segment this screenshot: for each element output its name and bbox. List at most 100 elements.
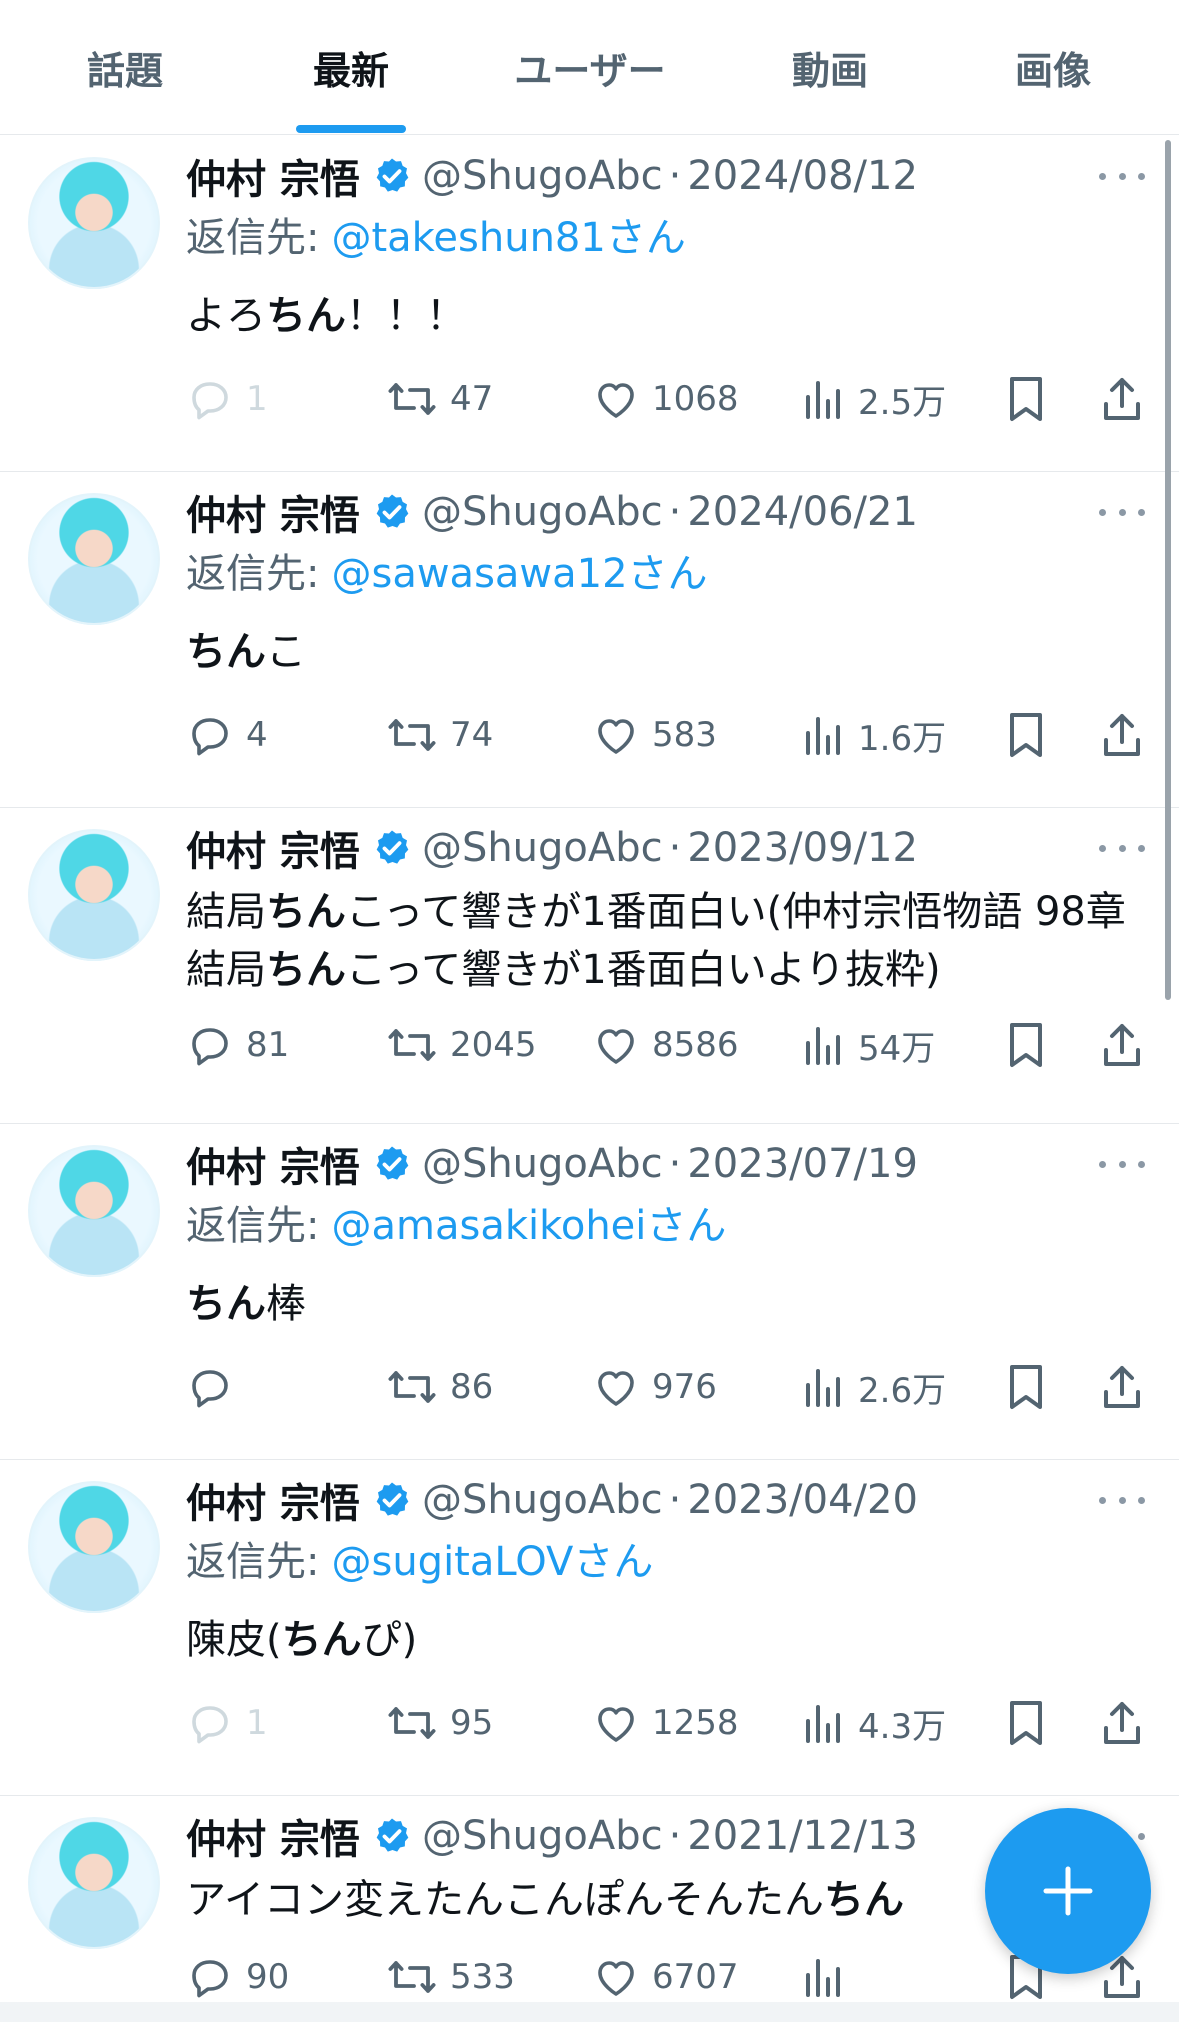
compose-button[interactable] bbox=[985, 1808, 1151, 1974]
like-button[interactable]: 1258 bbox=[592, 1695, 739, 1751]
reply-icon bbox=[186, 711, 234, 759]
like-button[interactable]: 976 bbox=[592, 1359, 717, 1415]
reply-target-link[interactable]: @amasakikoheiさん bbox=[331, 1193, 726, 1251]
tweet-date[interactable]: 2021/12/13 bbox=[687, 1813, 918, 1859]
reply-button[interactable]: 4 bbox=[186, 707, 268, 763]
more-icon[interactable] bbox=[1099, 833, 1145, 863]
retweet-button[interactable]: 95 bbox=[386, 1695, 493, 1751]
avatar[interactable] bbox=[28, 157, 160, 289]
verified-badge-icon bbox=[372, 492, 412, 532]
views-button[interactable]: 2.5万 bbox=[802, 371, 946, 427]
author-name[interactable]: 仲村 宗悟 bbox=[186, 147, 360, 205]
bookmark-button[interactable] bbox=[1006, 1017, 1046, 1073]
retweet-icon bbox=[386, 1953, 438, 2001]
retweet-button[interactable]: 533 bbox=[386, 1949, 515, 2005]
tweet[interactable]: 仲村 宗悟 @ShugoAbc · 2023/04/20 返信先: @sugit… bbox=[0, 1459, 1179, 1796]
tab-users[interactable]: ユーザー bbox=[480, 0, 700, 134]
avatar[interactable] bbox=[28, 1481, 160, 1613]
reply-button[interactable]: 81 bbox=[186, 1017, 289, 1073]
bookmark-button[interactable] bbox=[1006, 371, 1046, 427]
author-handle[interactable]: @ShugoAbc bbox=[422, 1477, 663, 1523]
author-handle[interactable]: @ShugoAbc bbox=[422, 489, 663, 535]
tweet-actions: 1 95 1258 4.3万 bbox=[186, 1695, 1146, 1751]
more-icon[interactable] bbox=[1099, 1485, 1145, 1515]
views-button[interactable]: 1.6万 bbox=[802, 707, 946, 763]
tweet[interactable]: 仲村 宗悟 @ShugoAbc · 2024/08/12 返信先: @takes… bbox=[0, 135, 1179, 472]
tweet[interactable]: 仲村 宗悟 @ShugoAbc · 2024/06/21 返信先: @sawas… bbox=[0, 471, 1179, 808]
tab-trending[interactable]: 話題 bbox=[40, 0, 210, 134]
author-name[interactable]: 仲村 宗悟 bbox=[186, 483, 360, 541]
author-name[interactable]: 仲村 宗悟 bbox=[186, 1471, 360, 1529]
retweet-icon bbox=[386, 711, 438, 759]
reply-button[interactable]: 90 bbox=[186, 1949, 289, 2005]
views-button[interactable] bbox=[802, 1949, 858, 2005]
reply-button[interactable] bbox=[186, 1359, 246, 1415]
tweet-date[interactable]: 2023/07/19 bbox=[687, 1141, 918, 1187]
reply-button[interactable]: 1 bbox=[186, 1695, 268, 1751]
retweet-button[interactable]: 74 bbox=[386, 707, 493, 763]
share-button[interactable] bbox=[1100, 1017, 1144, 1073]
views-button[interactable]: 4.3万 bbox=[802, 1695, 946, 1751]
like-icon bbox=[592, 1699, 640, 1747]
tweet-date[interactable]: 2024/06/21 bbox=[687, 489, 918, 535]
tweet[interactable]: 仲村 宗悟 @ShugoAbc · 2023/07/19 返信先: @amasa… bbox=[0, 1123, 1179, 1460]
reply-prefix: 返信先: bbox=[186, 551, 320, 597]
like-button[interactable]: 6707 bbox=[592, 1949, 739, 2005]
bookmark-button[interactable] bbox=[1006, 1695, 1046, 1751]
tab-latest[interactable]: 最新 bbox=[266, 0, 436, 134]
more-icon[interactable] bbox=[1099, 1149, 1145, 1179]
author-handle[interactable]: @ShugoAbc bbox=[422, 153, 663, 199]
tab-videos[interactable]: 動画 bbox=[745, 0, 915, 134]
share-button[interactable] bbox=[1100, 1359, 1144, 1415]
retweet-icon bbox=[386, 375, 438, 423]
views-button[interactable]: 54万 bbox=[802, 1017, 935, 1073]
tweet-text: よろちん！！！ bbox=[186, 287, 1146, 345]
avatar[interactable] bbox=[28, 829, 160, 961]
more-icon[interactable] bbox=[1099, 497, 1145, 527]
tweet-date[interactable]: 2023/04/20 bbox=[687, 1477, 918, 1523]
retweet-button[interactable]: 2045 bbox=[386, 1017, 537, 1073]
share-button[interactable] bbox=[1100, 371, 1144, 427]
views-button[interactable]: 2.6万 bbox=[802, 1359, 946, 1415]
retweet-button[interactable]: 47 bbox=[386, 371, 493, 427]
tweet-header: 仲村 宗悟 @ShugoAbc · 2024/08/12 bbox=[186, 151, 918, 203]
avatar[interactable] bbox=[28, 1145, 160, 1277]
tweet-text: ちん棒 bbox=[186, 1275, 1146, 1333]
avatar[interactable] bbox=[28, 493, 160, 625]
author-name[interactable]: 仲村 宗悟 bbox=[186, 1807, 360, 1865]
avatar[interactable] bbox=[28, 1817, 160, 1949]
share-button[interactable] bbox=[1100, 1695, 1144, 1751]
views-count: 2.6万 bbox=[858, 1370, 947, 1411]
like-button[interactable]: 8586 bbox=[592, 1017, 739, 1073]
author-handle[interactable]: @ShugoAbc bbox=[422, 1813, 663, 1859]
separator-dot: · bbox=[668, 153, 682, 199]
share-button[interactable] bbox=[1100, 707, 1144, 763]
bookmark-button[interactable] bbox=[1006, 707, 1046, 763]
reply-target-link[interactable]: @takeshun81さん bbox=[331, 205, 685, 263]
more-icon[interactable] bbox=[1099, 161, 1145, 191]
retweet-button[interactable]: 86 bbox=[386, 1359, 493, 1415]
reply-prefix: 返信先: bbox=[186, 215, 320, 261]
views-icon bbox=[802, 711, 846, 759]
tab-images[interactable]: 画像 bbox=[968, 0, 1138, 134]
reply-icon bbox=[186, 1953, 234, 2001]
scrollbar[interactable] bbox=[1165, 140, 1171, 1000]
tweet-text-segment: ちん bbox=[266, 889, 346, 935]
author-name[interactable]: 仲村 宗悟 bbox=[186, 1135, 360, 1193]
reply-button[interactable]: 1 bbox=[186, 371, 268, 427]
reply-target-link[interactable]: @sugitaLOVさん bbox=[331, 1529, 653, 1587]
bookmark-button[interactable] bbox=[1006, 1359, 1046, 1415]
bookmark-icon bbox=[1006, 374, 1046, 424]
tweet-date[interactable]: 2024/08/12 bbox=[687, 153, 918, 199]
like-button[interactable]: 1068 bbox=[592, 371, 739, 427]
tweet[interactable]: 仲村 宗悟 @ShugoAbc · 2023/09/12 結局ちんこって響きが1… bbox=[0, 807, 1179, 1124]
author-name[interactable]: 仲村 宗悟 bbox=[186, 819, 360, 877]
tweet-text-segment: アイコン変えたんこんぽんそんたん bbox=[186, 1877, 824, 1923]
author-handle[interactable]: @ShugoAbc bbox=[422, 1141, 663, 1187]
views-count: 2.5万 bbox=[858, 382, 947, 423]
like-button[interactable]: 583 bbox=[592, 707, 717, 763]
author-handle[interactable]: @ShugoAbc bbox=[422, 825, 663, 871]
separator-dot: · bbox=[668, 1477, 682, 1523]
tweet-date[interactable]: 2023/09/12 bbox=[687, 825, 918, 871]
reply-target-link[interactable]: @sawasawa12さん bbox=[331, 541, 707, 599]
